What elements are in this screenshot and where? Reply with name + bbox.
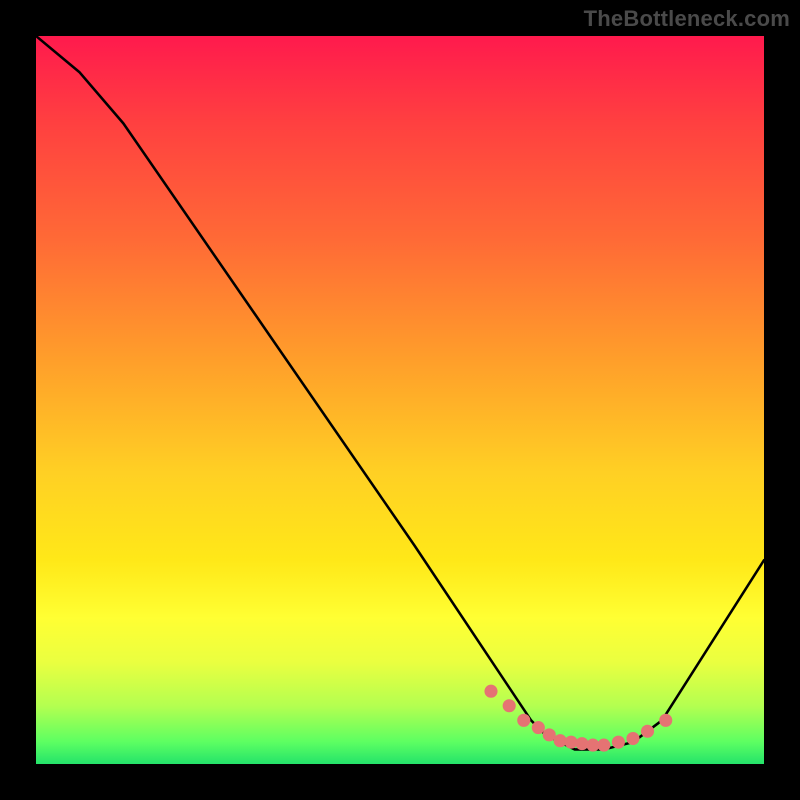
chart-frame [36, 36, 764, 764]
chart-viewport: TheBottleneck.com [0, 0, 800, 800]
marker-dot [659, 714, 672, 727]
marker-dot [641, 725, 654, 738]
marker-dot [503, 699, 516, 712]
curve-line [36, 36, 764, 749]
marker-dot [484, 685, 497, 698]
marker-dot [532, 721, 545, 734]
marker-dot [597, 739, 610, 752]
marker-dot [626, 732, 639, 745]
marker-dot [612, 736, 625, 749]
marker-dot [517, 714, 530, 727]
chart-svg [36, 36, 764, 764]
watermark-label: TheBottleneck.com [584, 6, 790, 32]
